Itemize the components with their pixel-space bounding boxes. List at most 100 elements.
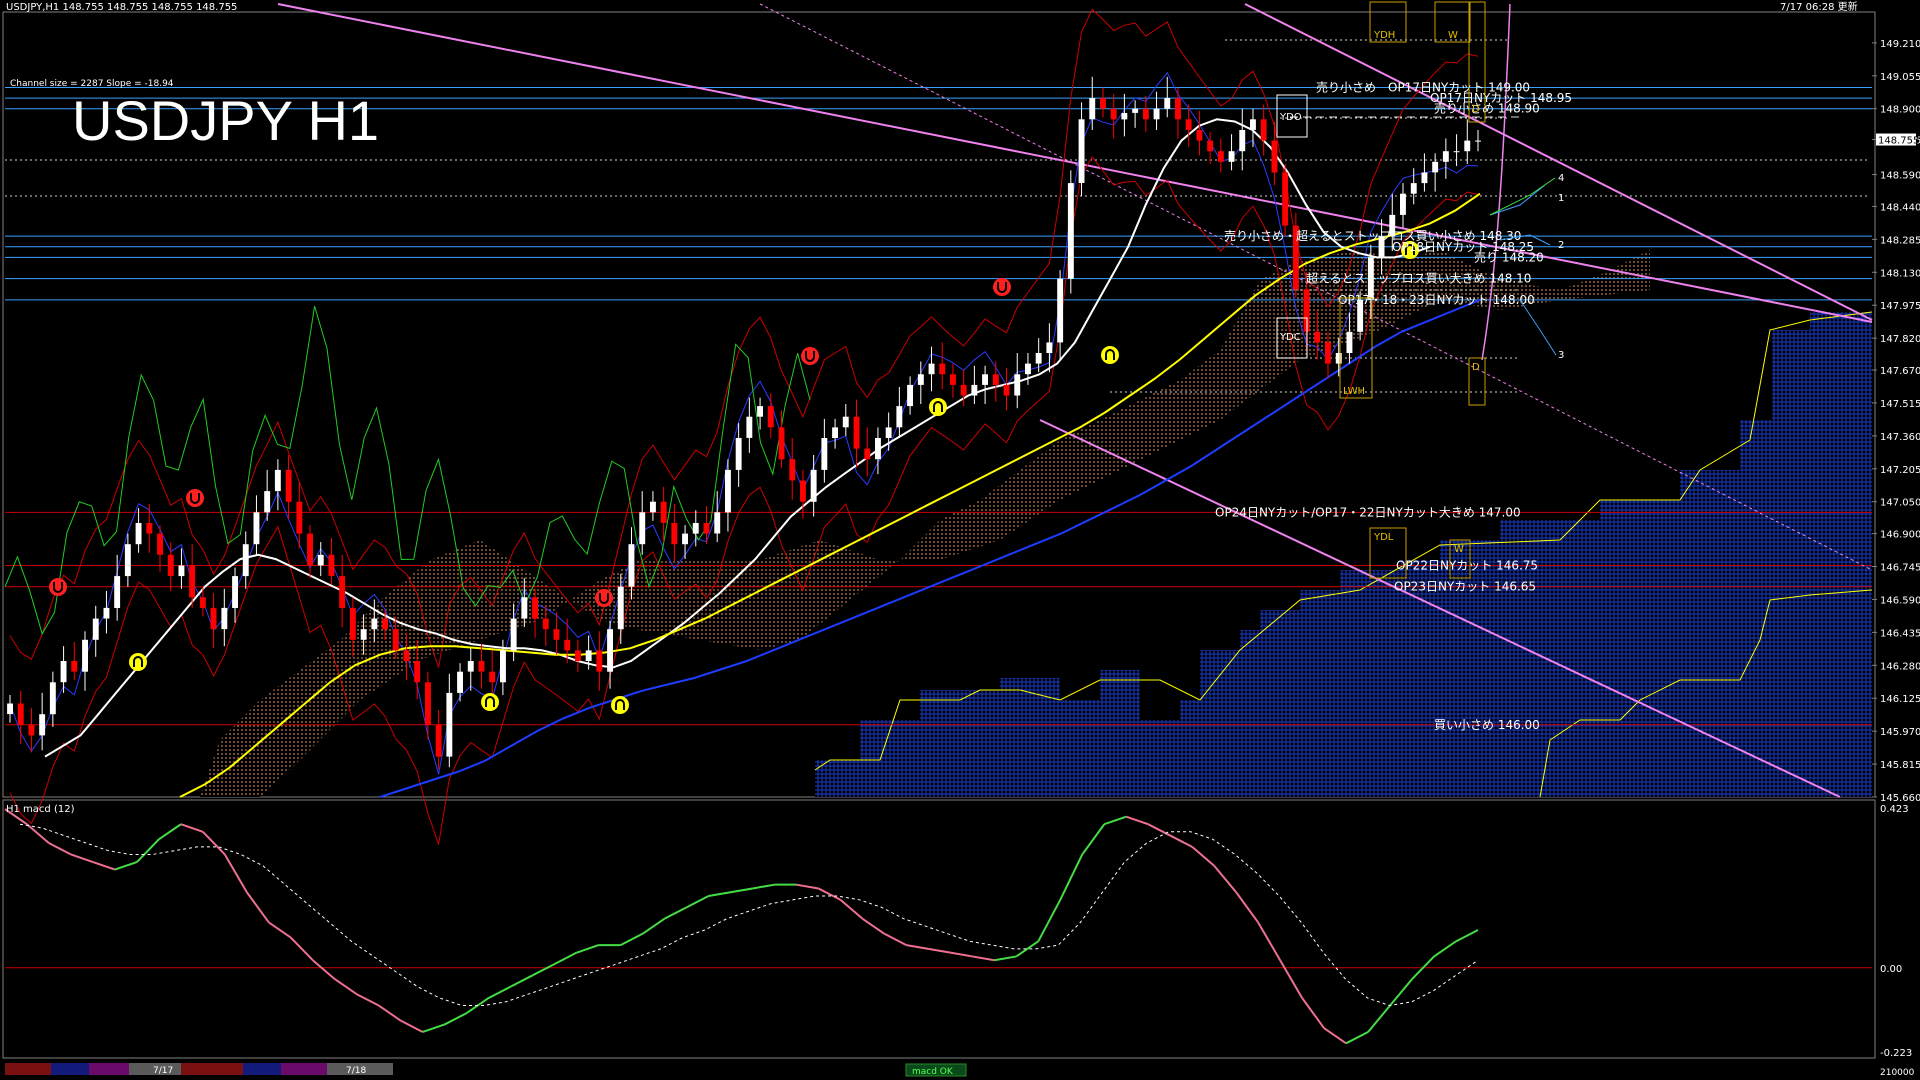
candle-body [917,374,924,385]
macd-label: H1 macd (12) [6,804,75,815]
macd-segment [972,955,995,962]
macd-segment [928,947,951,954]
candle-body [60,661,67,683]
candle-body [896,406,903,428]
y-tick-label: 149.210 [1880,39,1920,50]
macd-panel-frame [2,799,1876,1059]
channel-info: Channel size = 2287 Slope = -18.94 [10,79,174,89]
svg-text:macd OK: macd OK [912,1067,954,1077]
macd-ok-tab[interactable]: macd OK [905,1063,967,1077]
candle-body [692,523,699,534]
candle-body [982,374,988,385]
macd-segment [686,895,709,909]
candle-body [446,692,453,757]
buy-marker-dot [611,696,629,714]
buy-marker-dot [129,653,147,671]
candle-body [1282,172,1289,226]
sell-marker-dot [595,589,613,607]
macd-segment [752,883,775,890]
macd-tick-label: -0.223 [1880,1048,1912,1059]
candle-body [425,682,431,725]
candle-body [714,512,721,534]
macd-segment [48,842,72,856]
candle-body [928,363,935,375]
candle-body [1228,151,1235,162]
macd-segment [114,861,138,871]
macd-segment [950,951,973,958]
y-tick-label: 146.590 [1880,595,1920,606]
macd-segment [1323,1027,1347,1045]
macd-segment [861,917,885,935]
svg-text:W: W [1448,30,1458,41]
candle-body [7,703,13,715]
candle-body [1003,384,1010,396]
buy-marker-dot [481,693,499,711]
y-tick-label: 147.050 [1880,498,1920,509]
ydh-box: YDH [1369,1,1407,43]
candle-body [146,523,153,534]
candle-body [1421,172,1428,184]
y-tick-label: 145.660 [1880,793,1920,804]
macd-segment [906,944,929,950]
macd-segment [1169,834,1193,848]
y-tick-label: 148.440 [1880,202,1920,213]
buy-marker-dot [929,398,947,416]
macd-segment [796,883,819,890]
candle-body [124,544,131,577]
candle-body [1271,140,1278,173]
level-label-11: 買い小さめ 146.00 [1434,718,1540,732]
sell-signal-marker [801,347,819,365]
candle-body [725,469,731,513]
level-label-6: 超えるとストップロス買い大きめ 148.10 [1306,271,1531,286]
macd-segment [202,831,226,856]
candle-body [682,533,688,545]
candle-body [639,512,646,545]
candle-body [810,469,817,502]
y-tick-label: 147.515 [1880,399,1920,410]
svg-text:W: W [1454,544,1464,555]
svg-text:D: D [1472,104,1480,115]
channel-upper [277,3,1873,323]
macd-segment [422,1023,446,1033]
macd-segment [1389,978,1413,1007]
candle-body [1132,108,1139,113]
candle-body [242,544,249,577]
candle-body [757,406,763,417]
candle-body [1164,98,1171,109]
macd-segment [92,861,116,871]
macd-segment [532,963,556,977]
level-label-2: 売り小さめ 148.90 [1434,101,1540,116]
y-tick-label: 148.285 [1880,235,1920,246]
candle-body [157,533,163,555]
macd-segment [1279,959,1303,999]
candle-body [1014,374,1021,396]
macd-segment [883,932,907,946]
macd-segment [334,978,358,996]
candle-body [167,554,174,576]
period-bar: 7/17 7/18 [5,1063,393,1076]
candle-body [746,416,753,438]
macd-segment [554,951,578,965]
macd-segment [1081,823,1106,856]
chart-canvas: 売り小さめ OP17日NYカット 149.00OP17日NYカット 148.95… [2,0,1920,1078]
macd-segment [400,1019,424,1033]
macd-signal [19,823,1479,1007]
macd-segment [1433,940,1457,958]
sell-marker-dot [801,347,819,365]
candle-body [628,544,635,587]
candle-body [500,650,506,683]
y-tick-label: 146.900 [1880,530,1920,541]
y-tick-label: 148.900 [1880,105,1920,116]
buy-signal-marker [129,653,147,671]
candle-body [885,427,892,438]
candle-body [467,661,474,672]
candle-body [71,661,78,672]
candle-body [285,469,292,502]
y-tick-label: 148.590 [1880,171,1920,182]
candle-body [382,618,388,630]
ydo-box: YDO [1276,94,1308,138]
candle-body [939,363,946,375]
candle-body [521,597,528,619]
y-tick-label: 146.125 [1880,694,1920,705]
macd-segment [180,823,204,833]
